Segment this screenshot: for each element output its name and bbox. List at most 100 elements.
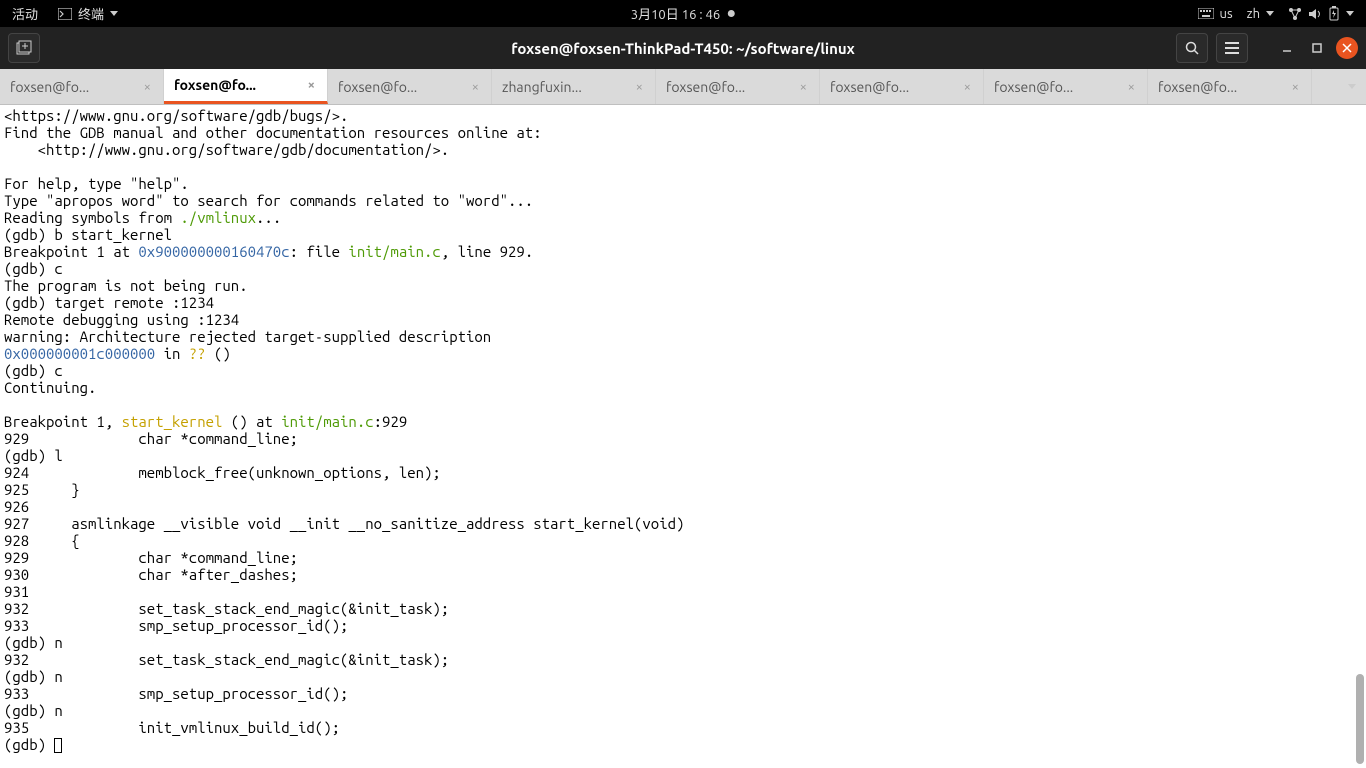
tab-label: foxsen@fo... [994,79,1126,95]
app-menu-label: 终端 [78,4,104,23]
maximize-button[interactable] [1306,37,1328,59]
battery-icon [1328,6,1340,21]
term-line: 926 [4,498,29,515]
term-line: ... [256,209,281,226]
term-line: (gdb) n [4,702,63,719]
term-unknown: ?? [189,345,206,362]
term-line: 930 char *after_dashes; [4,566,298,583]
term-line: Breakpoint 1, [4,413,122,430]
term-line: 927 asmlinkage __visible void __init __n… [4,515,684,532]
tab-close-icon[interactable]: × [1290,80,1301,94]
term-address: 0x900000000160470c [138,243,289,260]
close-icon [1342,43,1352,53]
term-line: (gdb) target remote :1234 [4,294,214,311]
tab-7[interactable]: foxsen@fo...× [1148,69,1312,104]
chevron-down-icon [1348,84,1356,89]
window-title: foxsen@foxsen-ThinkPad-T450: ~/software/… [511,40,855,57]
app-menu[interactable]: 终端 [58,4,118,23]
tab-label: foxsen@fo... [174,77,306,93]
tab-label: foxsen@fo... [830,79,962,95]
minimize-button[interactable] [1276,37,1298,59]
term-line: 928 { [4,532,80,549]
term-line: (gdb) n [4,634,63,651]
close-button[interactable] [1336,37,1358,59]
term-line: 925 } [4,481,80,498]
hamburger-icon [1225,42,1239,54]
tab-close-icon[interactable]: × [142,80,153,94]
term-line: Continuing. [4,379,96,396]
term-symbol: start_kernel [122,413,223,430]
tab-label: zhangfuxin... [502,79,634,95]
term-line: Type "apropos word" to search for comman… [4,192,533,209]
chevron-down-icon [1346,11,1354,16]
notification-dot-icon [728,10,735,17]
term-line: (gdb) c [4,260,63,277]
tab-4[interactable]: foxsen@fo...× [656,69,820,104]
input-method-indicator[interactable]: zh [1247,7,1274,21]
new-tab-button[interactable] [8,33,40,63]
term-line: , line 929. [441,243,533,260]
term-line: 932 set_task_stack_end_magic(&init_task)… [4,600,449,617]
search-icon [1185,41,1199,55]
minimize-icon [1282,43,1292,53]
hamburger-menu-button[interactable] [1216,33,1248,63]
term-line: warning: Architecture rejected target-su… [4,328,491,345]
term-line: <https://www.gnu.org/software/gdb/bugs/>… [4,107,348,124]
term-line: (gdb) c [4,362,63,379]
maximize-icon [1312,43,1322,53]
tab-overflow-button[interactable] [1338,69,1366,104]
tab-close-icon[interactable]: × [634,80,645,94]
term-line: For help, type "help". [4,175,189,192]
term-line: Breakpoint 1 at [4,243,138,260]
clock-label[interactable]: 3月10日 16 : 46 [631,4,720,23]
terminal-content[interactable]: <https://www.gnu.org/software/gdb/bugs/>… [0,105,1366,768]
tab-2[interactable]: foxsen@fo...× [328,69,492,104]
term-line: 933 smp_setup_processor_id(); [4,685,348,702]
tab-0[interactable]: foxsen@fo...× [0,69,164,104]
system-status-area[interactable] [1288,6,1354,21]
window-titlebar: foxsen@foxsen-ThinkPad-T450: ~/software/… [0,27,1366,69]
term-line: (gdb) n [4,668,63,685]
term-file: init/main.c [348,243,440,260]
term-line: Find the GDB manual and other documentat… [4,124,542,141]
term-line: <http://www.gnu.org/software/gdb/documen… [4,141,449,158]
tab-1[interactable]: foxsen@fo...× [164,69,328,104]
chevron-down-icon [1266,11,1274,16]
term-line: 932 set_task_stack_end_magic(&init_task)… [4,651,449,668]
tab-label: foxsen@fo... [10,79,142,95]
activities-button[interactable]: 活动 [12,4,38,23]
terminal-icon [58,8,72,20]
term-path: ./vmlinux [180,209,256,226]
tab-close-icon[interactable]: × [306,78,317,92]
term-line: 924 memblock_free(unknown_options, len); [4,464,441,481]
term-line: 929 char *command_line; [4,430,298,447]
gnome-topbar: 活动 终端 3月10日 16 : 46 us zh [0,0,1366,27]
tab-close-icon[interactable]: × [962,80,973,94]
tab-close-icon[interactable]: × [1126,80,1137,94]
tab-close-icon[interactable]: × [798,80,809,94]
term-line: : file [290,243,349,260]
tab-close-icon[interactable]: × [470,80,481,94]
keyboard-indicator[interactable]: us [1198,7,1233,21]
search-button[interactable] [1176,33,1208,63]
scrollbar[interactable] [1354,105,1364,768]
tab-6[interactable]: foxsen@fo...× [984,69,1148,104]
term-file: init/main.c [281,413,373,430]
tab-5[interactable]: foxsen@fo...× [820,69,984,104]
scrollbar-thumb[interactable] [1356,674,1364,764]
keyboard-icon [1198,8,1214,19]
tab-3[interactable]: zhangfuxin...× [492,69,656,104]
term-line: Reading symbols from [4,209,180,226]
term-line: 931 [4,583,29,600]
activities-label: 活动 [12,4,38,23]
term-line: The program is not being run. [4,277,248,294]
term-prompt: (gdb) [4,736,54,753]
tab-label: foxsen@fo... [338,79,470,95]
terminal-tabbar: foxsen@fo...× foxsen@fo...× foxsen@fo...… [0,69,1366,105]
chevron-down-icon [110,11,118,16]
keyboard-layout-label: us [1220,7,1233,21]
new-tab-icon [16,40,32,56]
term-line: 933 smp_setup_processor_id(); [4,617,348,634]
cursor-icon [54,738,62,753]
volume-icon [1308,8,1322,20]
